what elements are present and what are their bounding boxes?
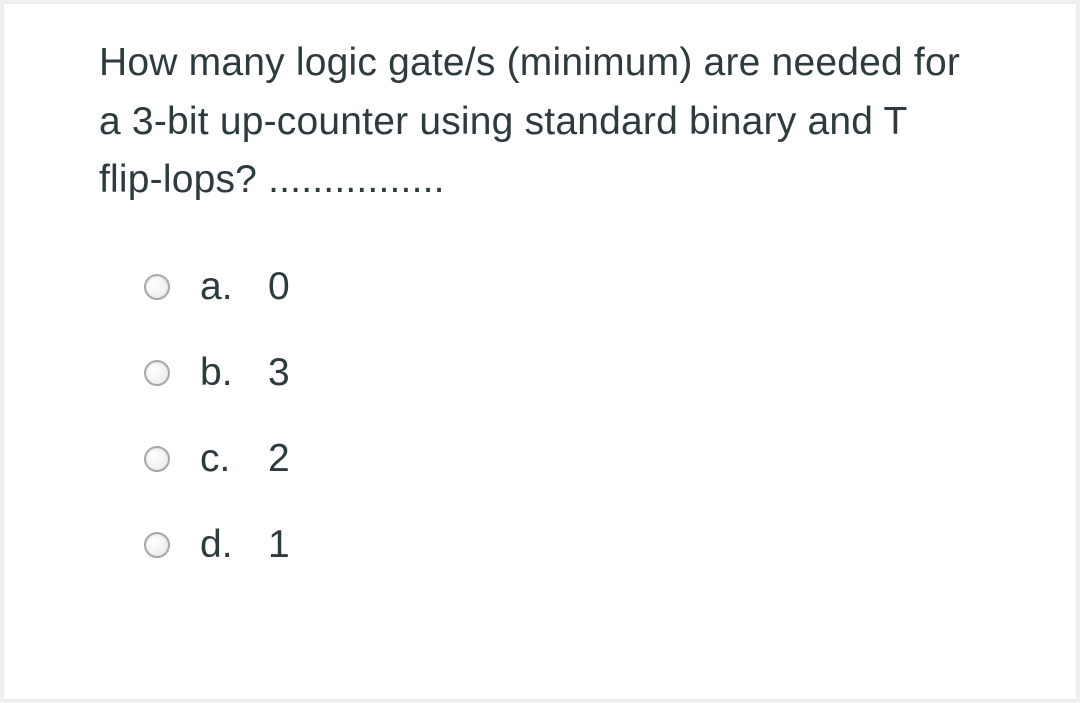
radio-icon[interactable] [144,446,170,472]
radio-icon[interactable] [144,532,170,558]
question-text: How many logic gate/s (minimum) are need… [99,34,981,210]
option-value: 1 [268,523,290,567]
options-group: a. 0 b. 3 c. 2 d. 1 [99,265,981,567]
option-label: b. [200,351,250,395]
option-label: d. [200,523,250,567]
question-card: How many logic gate/s (minimum) are need… [4,4,1076,699]
option-value: 2 [268,437,290,481]
radio-icon[interactable] [144,360,170,386]
option-label: a. [200,265,250,309]
option-c[interactable]: c. 2 [144,437,981,481]
radio-icon[interactable] [144,274,170,300]
option-b[interactable]: b. 3 [144,351,981,395]
option-value: 0 [268,265,290,309]
option-d[interactable]: d. 1 [144,523,981,567]
option-a[interactable]: a. 0 [144,265,981,309]
option-value: 3 [268,351,290,395]
option-label: c. [200,437,250,481]
